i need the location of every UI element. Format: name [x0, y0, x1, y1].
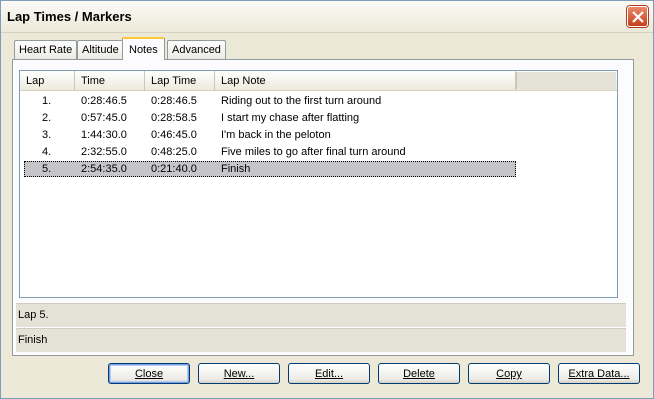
- column-header-lap-time[interactable]: Lap Time: [145, 71, 215, 91]
- list-header: Lap Time Lap Time Lap Note: [20, 71, 617, 91]
- lap-number: 1.: [42, 95, 52, 107]
- lap-number: 3.: [42, 129, 52, 141]
- lap-note: I'm back in the peloton: [221, 129, 331, 141]
- table-row[interactable]: 4. 2:32:55.0 0:48:25.0 Five miles to go …: [24, 144, 516, 160]
- lap-time-total: 0:57:45.0: [81, 112, 127, 124]
- tab-heart-rate[interactable]: Heart Rate: [14, 40, 78, 59]
- column-header-lap-note[interactable]: Lap Note: [215, 71, 516, 91]
- tab-notes[interactable]: Notes: [122, 37, 165, 60]
- close-button[interactable]: Close: [108, 363, 190, 384]
- selected-lap-label: Lap 5.: [16, 303, 626, 327]
- lap-split-time: 0:46:45.0: [151, 129, 197, 141]
- lap-time-total: 2:32:55.0: [81, 146, 127, 158]
- lap-split-time: 0:48:25.0: [151, 146, 197, 158]
- header-filler: [516, 72, 616, 89]
- laps-list[interactable]: Lap Time Lap Time Lap Note 1. 0:28:46.5 …: [19, 70, 618, 298]
- close-icon: [632, 11, 644, 23]
- edit-button[interactable]: Edit...: [288, 363, 370, 384]
- lap-split-time: 0:21:40.0: [151, 163, 197, 175]
- lap-number: 5.: [42, 163, 52, 175]
- lap-note: I start my chase after flatting: [221, 112, 360, 124]
- window-close-button[interactable]: [627, 6, 648, 27]
- new-button[interactable]: New...: [198, 363, 280, 384]
- copy-button[interactable]: Copy: [468, 363, 550, 384]
- lap-split-time: 0:28:58.5: [151, 112, 197, 124]
- lap-note: Finish: [221, 163, 251, 175]
- lap-note: Five miles to go after final turn around: [221, 146, 406, 158]
- title-bar: Lap Times / Markers: [1, 1, 653, 33]
- table-row[interactable]: 1. 0:28:46.5 0:28:46.5 Riding out to the…: [24, 93, 516, 109]
- lap-split-time: 0:28:46.5: [151, 95, 197, 107]
- delete-button[interactable]: Delete: [378, 363, 460, 384]
- tab-altitude[interactable]: Altitude: [77, 40, 124, 59]
- lap-time-total: 0:28:46.5: [81, 95, 127, 107]
- lap-note: Riding out to the first turn around: [221, 95, 382, 107]
- tab-advanced[interactable]: Advanced: [167, 40, 226, 59]
- lap-time-total: 1:44:30.0: [81, 129, 127, 141]
- window-title: Lap Times / Markers: [7, 9, 132, 24]
- selected-lap-note: Finish: [16, 328, 626, 352]
- lap-number: 4.: [42, 146, 52, 158]
- table-row[interactable]: 3. 1:44:30.0 0:46:45.0 I'm back in the p…: [24, 127, 516, 143]
- lap-time-total: 2:54:35.0: [81, 163, 127, 175]
- column-header-time[interactable]: Time: [75, 71, 145, 91]
- extra-data-button[interactable]: Extra Data...: [558, 363, 640, 384]
- table-row[interactable]: 2. 0:57:45.0 0:28:58.5 I start my chase …: [24, 110, 516, 126]
- column-header-lap[interactable]: Lap: [20, 71, 75, 91]
- table-row-selected[interactable]: 5. 2:54:35.0 0:21:40.0 Finish: [24, 161, 516, 177]
- lap-number: 2.: [42, 112, 52, 124]
